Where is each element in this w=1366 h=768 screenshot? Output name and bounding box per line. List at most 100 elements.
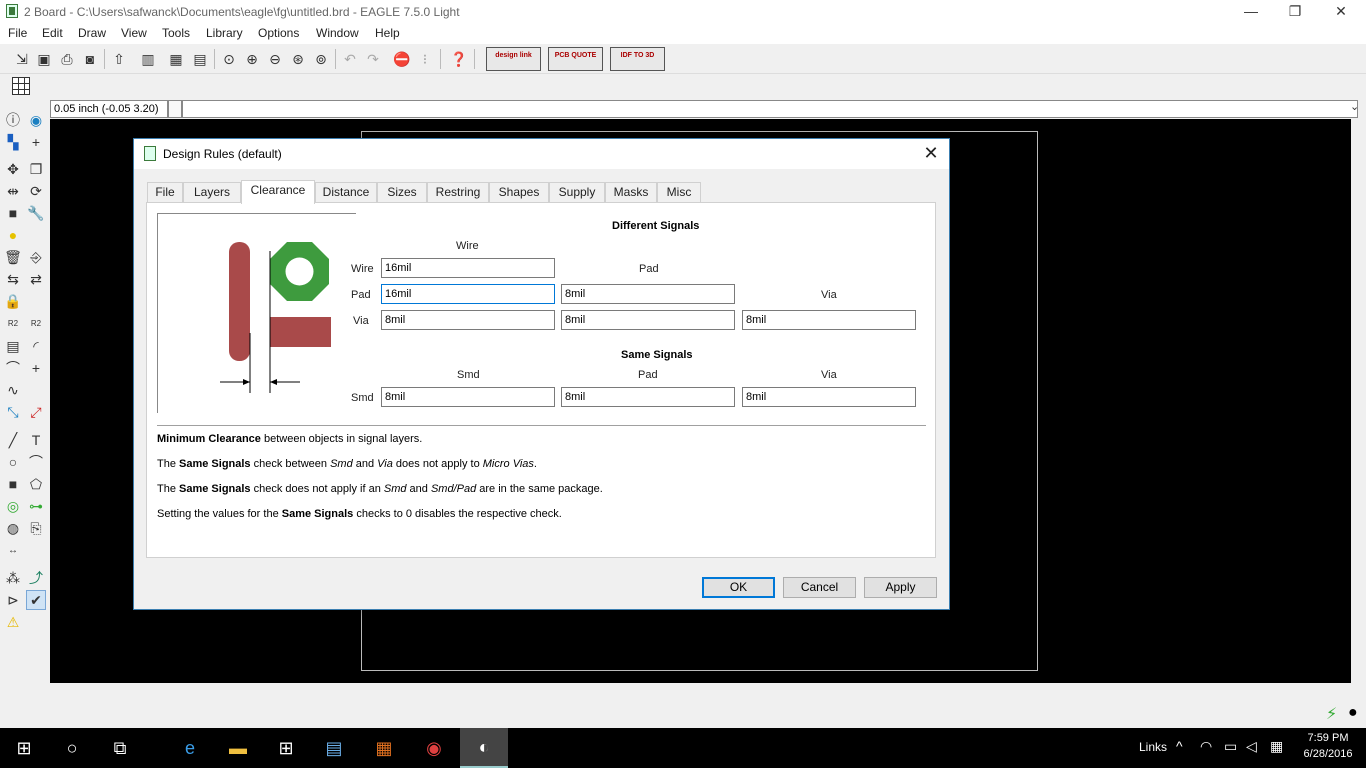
via-via-input[interactable] (742, 310, 916, 330)
zoom-in-icon[interactable]: ⊕ (242, 49, 262, 69)
chevron-up-icon[interactable]: ^ (1176, 738, 1183, 754)
lock-icon[interactable]: 🔒 (3, 291, 23, 311)
menu-window[interactable]: Window (316, 26, 359, 40)
mirror-icon[interactable]: ⇹ (3, 181, 23, 201)
text-icon[interactable]: T (26, 430, 46, 450)
eagle-taskbar-icon[interactable]: ◐ (460, 728, 508, 768)
edge-icon[interactable]: e (166, 728, 214, 768)
menu-library[interactable]: Library (206, 26, 243, 40)
polygon-icon[interactable]: ⬠ (26, 474, 46, 494)
pcb-quote-button[interactable]: PCB QUOTE (548, 47, 603, 71)
zoom-select-icon[interactable]: ⊚ (311, 49, 331, 69)
signal-icon[interactable]: ⊶ (26, 496, 46, 516)
ratsnest-icon[interactable]: ⁂ (3, 568, 23, 588)
errors-icon[interactable]: ⚠ (3, 612, 23, 632)
wire-wire-input[interactable] (381, 258, 555, 278)
tab-misc[interactable]: Misc (657, 182, 701, 202)
copy-icon[interactable]: ❐ (26, 159, 46, 179)
apply-button[interactable]: Apply (864, 577, 937, 598)
swap-icon[interactable]: ⇄ (26, 269, 46, 289)
keyboard-icon[interactable]: ▦ (1270, 738, 1283, 755)
zoom-out-icon[interactable]: ⊖ (265, 49, 285, 69)
zoom-redraw-icon[interactable]: ⊛ (288, 49, 308, 69)
lightning-icon[interactable]: ⚡ (1326, 704, 1337, 724)
via-pad-input[interactable] (561, 310, 735, 330)
menu-edit[interactable]: Edit (42, 26, 63, 40)
maximize-button[interactable]: ❐ (1272, 0, 1318, 24)
close-button[interactable]: ✕ (1318, 0, 1364, 24)
attribute-icon[interactable]: ⎘ (26, 518, 46, 538)
via-icon[interactable]: ◎ (3, 496, 23, 516)
optimize-icon[interactable]: + (26, 358, 46, 378)
tab-supply[interactable]: Supply (549, 182, 605, 202)
ok-button[interactable]: OK (702, 577, 775, 598)
smd-pad-input[interactable] (561, 387, 735, 407)
save-icon[interactable]: ▣ (34, 49, 54, 69)
pad-pad-input[interactable] (561, 284, 735, 304)
store-icon[interactable]: ⊞ (262, 728, 310, 768)
grid-icon[interactable] (12, 77, 30, 95)
board-icon[interactable]: ▤ (190, 49, 210, 69)
wire-icon[interactable]: ╱ (3, 430, 23, 450)
stop-icon[interactable]: ⛔ (392, 49, 412, 69)
windows-start-icon[interactable]: ⊞ (0, 728, 48, 768)
menu-options[interactable]: Options (258, 26, 299, 40)
cancel-button[interactable]: Cancel (783, 577, 856, 598)
network-app-icon[interactable]: ▤ (310, 728, 358, 768)
idf-to-3d-button[interactable]: IDF TO 3D (610, 47, 665, 71)
ripup-icon[interactable]: ⤢ (26, 402, 46, 422)
stop-status-icon[interactable]: ● (1348, 704, 1358, 722)
info-icon[interactable]: ⓘ (3, 110, 23, 130)
route-icon[interactable]: ⤡ (3, 402, 23, 422)
smd-via-input[interactable] (742, 387, 916, 407)
battery-icon[interactable]: ▭ (1224, 738, 1237, 755)
clock-time[interactable]: 7:59 PM (1300, 732, 1356, 744)
tab-restring[interactable]: Restring (427, 182, 489, 202)
menu-draw[interactable]: Draw (78, 26, 106, 40)
tab-distance[interactable]: Distance (315, 182, 377, 202)
name-icon[interactable]: R2 (3, 313, 23, 333)
undo-icon[interactable]: ↶ (340, 49, 360, 69)
delete-icon[interactable]: 🗑 (3, 247, 23, 267)
ulp-icon[interactable]: ▥ (138, 49, 158, 69)
erc-icon[interactable]: ⊳ (3, 590, 23, 610)
zoom-fit-icon[interactable]: ⊙ (219, 49, 239, 69)
apps-icon[interactable]: ▦ (360, 728, 408, 768)
command-input[interactable] (182, 100, 1358, 118)
move-icon[interactable]: ✥ (3, 159, 23, 179)
cortana-icon[interactable]: ○ (48, 728, 96, 768)
wifi-icon[interactable]: ◠ (1200, 738, 1212, 755)
paste-icon[interactable]: ● (3, 225, 23, 245)
menu-help[interactable]: Help (375, 26, 400, 40)
minimize-button[interactable]: — (1228, 0, 1274, 24)
chevron-down-icon[interactable]: ⌄ (1350, 100, 1359, 113)
miter-icon[interactable]: ◜ (26, 336, 46, 356)
horizontal-scrollbar[interactable] (50, 683, 1351, 698)
volume-icon[interactable]: ◁ (1246, 738, 1257, 755)
arc-icon[interactable]: ⌒ (26, 452, 46, 472)
value-icon[interactable]: R2 (26, 313, 46, 333)
meander-icon[interactable]: ∿ (3, 380, 23, 400)
cam-icon[interactable]: ◙ (80, 49, 100, 69)
menu-tools[interactable]: Tools (162, 26, 190, 40)
add-icon[interactable]: ⎆ (26, 247, 46, 267)
pad-wire-input[interactable] (381, 284, 555, 304)
tab-masks[interactable]: Masks (605, 182, 657, 202)
show-icon[interactable]: ◉ (26, 110, 46, 130)
print-icon[interactable]: ⎙ (57, 49, 77, 69)
task-view-icon[interactable]: ⧉ (96, 728, 144, 768)
file-explorer-icon[interactable]: ▬ (214, 728, 262, 768)
rect-icon[interactable]: ■ (3, 474, 23, 494)
via-wire-input[interactable] (381, 310, 555, 330)
clock-date[interactable]: 6/28/2016 (1300, 748, 1356, 760)
smd-smd-input[interactable] (381, 387, 555, 407)
autorouter-icon[interactable]: ⤴ (26, 568, 46, 588)
tab-clearance[interactable]: Clearance (241, 180, 315, 204)
tab-file[interactable]: File (147, 182, 183, 202)
dialog-close-icon[interactable]: ✕ (919, 143, 943, 164)
circle-icon[interactable]: ○ (3, 452, 23, 472)
menu-file[interactable]: File (8, 26, 27, 40)
go-icon[interactable]: ⁝ (415, 49, 435, 69)
menu-view[interactable]: View (121, 26, 147, 40)
smash-icon[interactable]: ▤ (3, 336, 23, 356)
